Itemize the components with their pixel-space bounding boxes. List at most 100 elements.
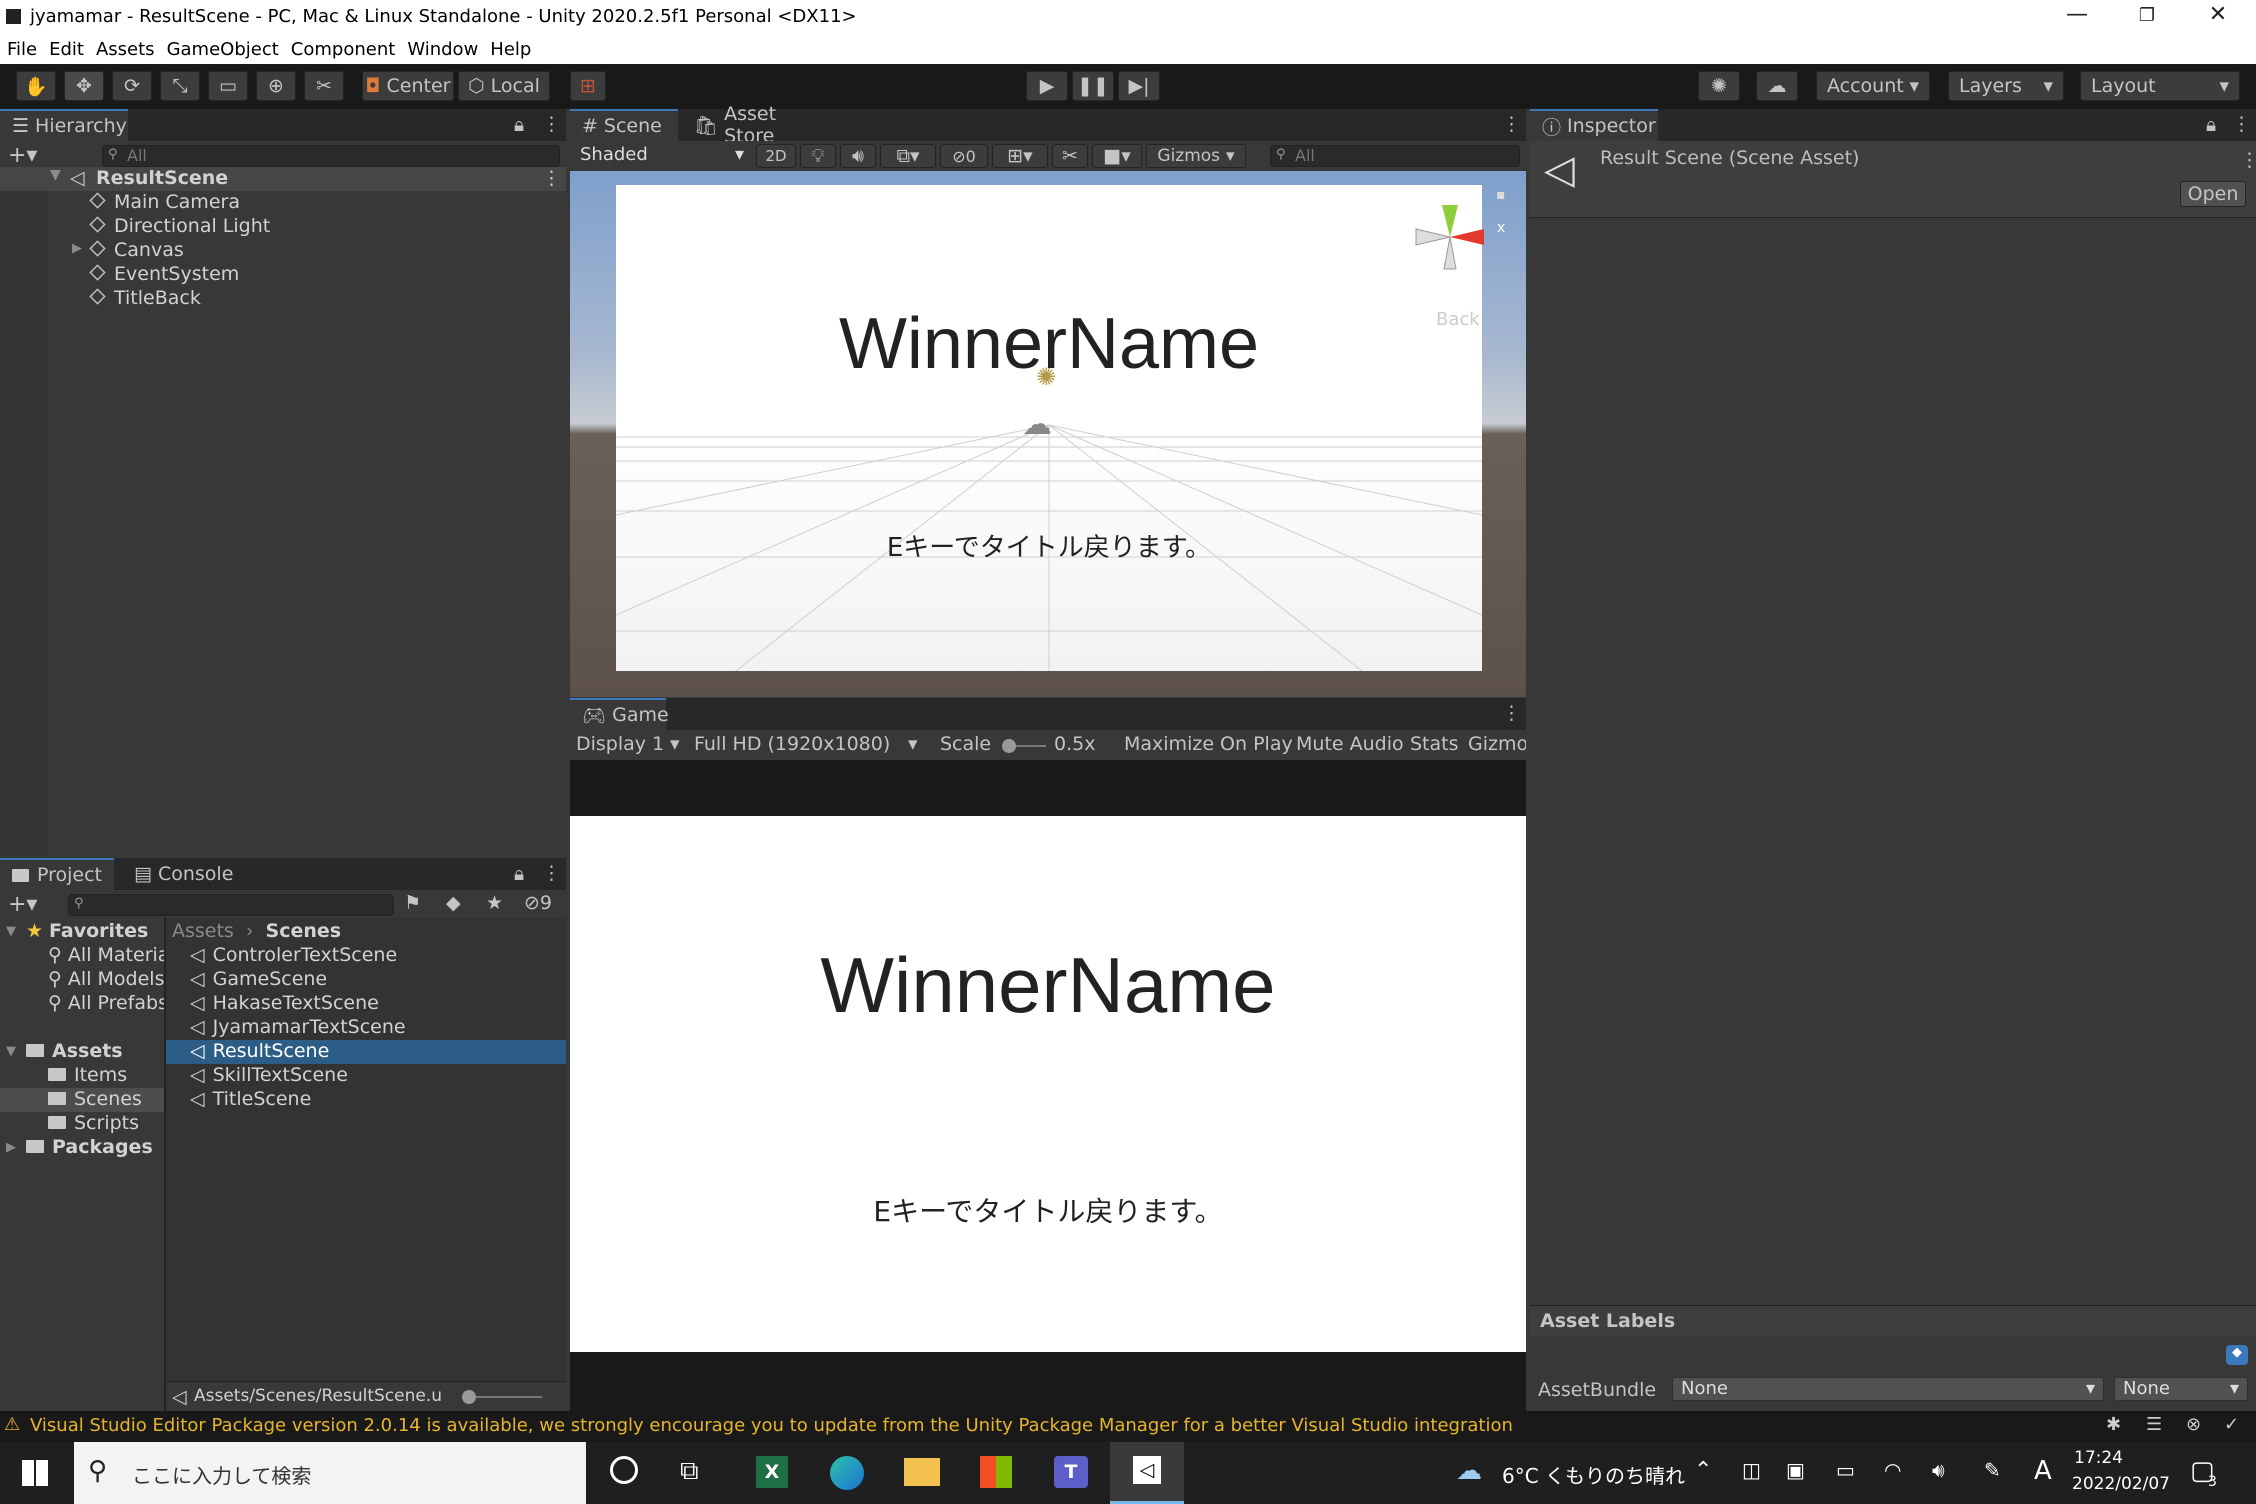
weather-text[interactable]: 6°C くもりのち晴れ — [1502, 1460, 1685, 1489]
add-icon[interactable]: +▾ — [8, 143, 37, 168]
clock-date[interactable]: 2022/02/07 — [2072, 1474, 2170, 1494]
tab-hierarchy[interactable]: ☰ Hierarchy — [0, 109, 128, 141]
breadcrumb-assets[interactable]: Assets — [172, 920, 234, 942]
scene-search-input[interactable]: All — [1270, 145, 1520, 167]
layout-dropdown[interactable]: Layout ▾ — [2080, 71, 2240, 101]
list-item[interactable]: TitleBack — [89, 287, 201, 309]
folder-items[interactable]: Items — [48, 1064, 127, 1086]
more-menu-icon[interactable]: ⋮ — [2232, 113, 2251, 135]
orientation-gizmo[interactable] — [1400, 185, 1510, 295]
list-item[interactable]: Directional Light — [89, 215, 270, 237]
teams-icon[interactable]: T — [1054, 1456, 1088, 1488]
layers-dropdown[interactable]: Layers ▾ — [1948, 71, 2064, 101]
cache-icon[interactable]: ⊗ — [2186, 1414, 2201, 1435]
scene-viewport[interactable]: WinnerName ✺ ☁ Eキーでタイトル戻ります。 x Back ▪ — [570, 171, 1526, 697]
asset-variant-dropdown[interactable]: None ▾ — [2114, 1377, 2248, 1401]
menu-file[interactable]: File — [7, 39, 37, 60]
rotate-tool-icon[interactable]: ⟳ — [112, 71, 152, 101]
store-app-icon[interactable] — [980, 1456, 1012, 1488]
meet-icon[interactable]: ◫ — [1742, 1458, 1761, 1482]
shading-dropdown[interactable]: Shaded ▾ — [572, 144, 750, 168]
windows-start-icon[interactable] — [22, 1460, 48, 1486]
list-item[interactable]: ◁ GameScene — [190, 968, 327, 990]
pivot-center-button[interactable]: ◘ Center — [362, 71, 454, 101]
favorite-star-icon[interactable]: ★ — [486, 892, 503, 914]
menu-edit[interactable]: Edit — [49, 39, 84, 60]
move-tool-icon[interactable]: ✥ — [64, 71, 104, 101]
cloud-icon[interactable]: ☁ — [1756, 71, 1798, 101]
more-menu-icon[interactable]: ⋮ — [542, 862, 561, 884]
transform-tool-icon[interactable]: ⊕ — [256, 71, 296, 101]
pause-button[interactable]: ❚❚ — [1072, 71, 1114, 101]
gizmos-toggle[interactable]: Gizmos — [1468, 733, 1526, 755]
scale-tool-icon[interactable]: ⤡ — [160, 71, 200, 101]
tab-inspector[interactable]: ⓘ Inspector — [1530, 109, 1658, 141]
project-search-input[interactable] — [68, 894, 394, 916]
hierarchy-search-input[interactable]: All — [102, 145, 560, 167]
list-item[interactable]: ◁ TitleScene — [190, 1088, 311, 1110]
menu-gameobject[interactable]: GameObject — [167, 39, 279, 60]
close-button[interactable]: ✕ — [2188, 2, 2248, 32]
pivot-local-button[interactable]: ⬡ Local — [458, 71, 550, 101]
folder-scenes[interactable]: Scenes — [48, 1088, 142, 1110]
tab-project[interactable]: Project — [0, 858, 114, 890]
hidden-objects-icon[interactable]: ⊘ 0 — [940, 144, 988, 168]
display-dropdown[interactable]: Display 1 ▾ — [576, 733, 686, 755]
asset-bundle-dropdown[interactable]: None ▾ — [1672, 1377, 2104, 1401]
custom-tool-icon[interactable]: ✂ — [304, 71, 344, 101]
breadcrumb-scenes[interactable]: Scenes — [266, 920, 342, 942]
collab-icon[interactable]: ✺ — [1698, 71, 1740, 101]
hidden-packages-icon[interactable]: ⊘9 — [524, 892, 552, 914]
tools-toggle-icon[interactable]: ✂ — [1052, 144, 1088, 168]
expand-arrow-icon[interactable]: ▶ — [72, 241, 82, 256]
label-tag-icon[interactable]: ◆ — [2226, 1345, 2248, 1365]
game-viewport[interactable]: WinnerName Eキーでタイトル戻ります。 — [570, 816, 1526, 1352]
status-message[interactable]: Visual Studio Editor Package version 2.0… — [30, 1415, 1513, 1436]
file-explorer-icon[interactable] — [904, 1458, 940, 1486]
more-menu-icon[interactable]: ⋮ — [542, 113, 561, 135]
list-item[interactable]: ◁ JyamamarTextScene — [190, 1016, 406, 1038]
assets-folder[interactable]: Assets — [26, 1040, 123, 1062]
list-item[interactable]: Main Camera — [89, 191, 240, 213]
gizmos-dropdown[interactable]: Gizmos ▾ — [1146, 144, 1246, 168]
play-button[interactable]: ▶ — [1026, 71, 1068, 101]
tab-game[interactable]: 🎮︎ Game — [570, 698, 669, 730]
menu-assets[interactable]: Assets — [96, 39, 155, 60]
header-menu-icon[interactable]: ⋮ — [2240, 149, 2256, 171]
gizmo-lock-icon[interactable]: ▪ — [1496, 187, 1506, 203]
edge-icon[interactable] — [830, 1456, 864, 1490]
display-icon[interactable]: ▣ — [1786, 1458, 1805, 1482]
audio-toggle-icon[interactable]: 🔊︎ — [840, 144, 876, 168]
maximize-on-play-toggle[interactable]: Maximize On Play — [1124, 733, 1293, 755]
taskbar-search-box[interactable]: ⚲ ここに入力して検索 — [74, 1442, 586, 1504]
more-menu-icon[interactable]: ⋮ — [1502, 702, 1521, 724]
tab-console[interactable]: ▤ Console — [122, 858, 248, 890]
account-dropdown[interactable]: Account ▾ — [1816, 71, 1930, 101]
lock-icon[interactable]: 🔒︎ — [514, 863, 524, 885]
scene-menu-icon[interactable]: ⋮ — [542, 167, 561, 189]
step-button[interactable]: ▶| — [1118, 71, 1160, 101]
list-item[interactable]: ⚲ All Materia — [48, 944, 169, 966]
battery-icon[interactable]: ▭ — [1836, 1458, 1855, 1482]
add-icon[interactable]: +▾ — [8, 892, 37, 917]
pen-icon[interactable]: ✎ — [1984, 1458, 2001, 1482]
expand-arrow-icon[interactable]: ▶ — [6, 1140, 16, 1155]
hierarchy-scene-row[interactable]: ▼ ◁ ResultScene ⋮ — [0, 167, 566, 191]
stats-toggle[interactable]: Stats — [1410, 733, 1459, 755]
lock-icon[interactable]: 🔒︎ — [514, 114, 524, 136]
folder-scripts[interactable]: Scripts — [48, 1112, 139, 1134]
excel-icon[interactable]: X — [756, 1456, 788, 1488]
menu-window[interactable]: Window — [407, 39, 478, 60]
expand-arrow-icon[interactable]: ▼ — [50, 167, 61, 183]
collab-status-icon[interactable]: ✓ — [2224, 1414, 2239, 1435]
menu-help[interactable]: Help — [490, 39, 531, 60]
resolution-dropdown[interactable]: Full HD (1920x1080) ▾ — [694, 733, 924, 755]
filter-label-icon[interactable]: ◆ — [446, 892, 461, 914]
icon-size-slider-handle[interactable] — [462, 1390, 476, 1404]
tray-chevron-up-icon[interactable]: ⌃ — [1694, 1458, 1712, 1483]
progress-icon[interactable]: ☰ — [2146, 1414, 2162, 1435]
list-item[interactable]: ⚲ All Models — [48, 968, 164, 990]
list-item[interactable]: ◁ HakaseTextScene — [190, 992, 379, 1014]
filter-type-icon[interactable]: ⚑ — [404, 892, 421, 914]
favorites-header[interactable]: ★ Favorites — [26, 920, 148, 942]
